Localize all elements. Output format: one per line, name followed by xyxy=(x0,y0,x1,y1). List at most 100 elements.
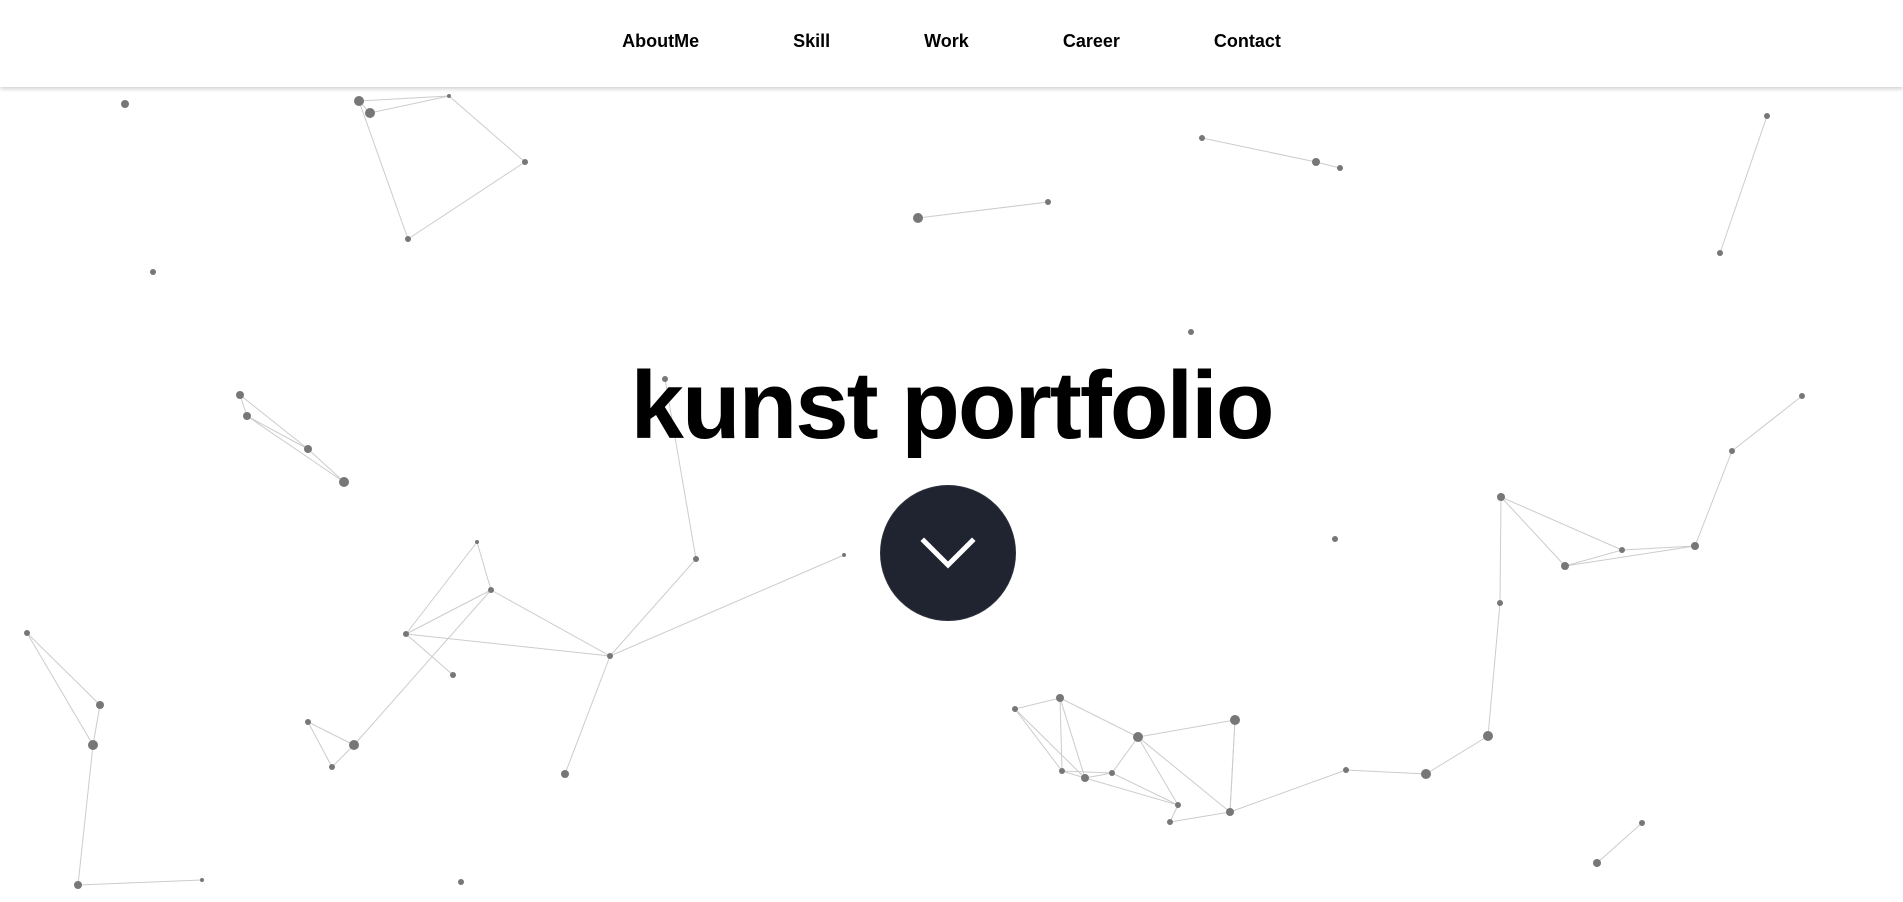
particle-dot xyxy=(405,236,411,242)
particle-dot xyxy=(1167,819,1173,825)
particle-link xyxy=(1499,496,1502,604)
particle-dot xyxy=(607,653,613,659)
particle-dot xyxy=(458,879,464,885)
particle-dot xyxy=(305,719,311,725)
particle-dot xyxy=(96,701,104,709)
top-navigation-bar: AboutMe Skill Work Career Contact xyxy=(0,0,1903,87)
particle-dot xyxy=(1343,767,1349,773)
particle-link xyxy=(77,879,203,886)
particle-link xyxy=(1500,496,1623,551)
particle-link xyxy=(448,95,526,163)
particle-dot xyxy=(1619,547,1625,553)
particle-dot xyxy=(1045,199,1051,205)
particle-dot xyxy=(488,587,494,593)
particle-link xyxy=(1111,736,1139,774)
particle-dot xyxy=(200,878,204,882)
particle-dot xyxy=(522,159,528,165)
particle-dot xyxy=(1483,731,1493,741)
particle-dot xyxy=(1497,600,1503,606)
particle-link xyxy=(1014,708,1063,772)
particle-dot xyxy=(913,213,923,223)
particle-dot xyxy=(354,96,364,106)
hero-title: kunst portfolio xyxy=(630,352,1275,459)
particle-dot xyxy=(1081,774,1089,782)
particle-dot xyxy=(1199,135,1205,141)
particle-dot xyxy=(1188,329,1194,335)
particle-dot xyxy=(1312,158,1320,166)
particle-dot xyxy=(1593,859,1601,867)
particle-link xyxy=(1564,545,1696,567)
particle-dot xyxy=(1332,536,1338,542)
particle-link xyxy=(405,541,478,635)
particle-dot xyxy=(88,740,98,750)
particle-dot xyxy=(1639,820,1645,826)
particle-dot xyxy=(365,108,375,118)
nav-item-contact[interactable]: Contact xyxy=(1167,31,1328,52)
particle-link xyxy=(917,201,1049,219)
particle-link xyxy=(307,721,333,768)
particle-link xyxy=(1487,602,1501,737)
particle-link xyxy=(490,589,611,657)
particle-dot xyxy=(403,631,409,637)
particle-link xyxy=(405,633,611,657)
particle-link xyxy=(1425,735,1489,775)
particle-link xyxy=(1169,811,1231,823)
particle-dot xyxy=(349,740,359,750)
particle-dot xyxy=(1012,706,1018,712)
particle-link xyxy=(407,161,526,240)
particle-link xyxy=(1500,496,1566,567)
particle-link xyxy=(77,744,94,886)
particle-dot xyxy=(329,764,335,770)
main-nav: AboutMe Skill Work Career Contact xyxy=(0,0,1903,83)
nav-item-work[interactable]: Work xyxy=(877,31,1016,52)
particle-dot xyxy=(450,672,456,678)
particle-dot xyxy=(1109,770,1115,776)
particle-link xyxy=(1345,769,1427,775)
particle-dot xyxy=(1056,694,1064,702)
nav-item-career[interactable]: Career xyxy=(1016,31,1167,52)
scroll-down-button[interactable] xyxy=(880,485,1016,621)
particle-dot xyxy=(1561,562,1569,570)
particle-link xyxy=(1201,137,1317,163)
particle-dot xyxy=(1497,493,1505,501)
nav-item-skill[interactable]: Skill xyxy=(746,31,877,52)
particle-dot xyxy=(339,477,349,487)
particle-link xyxy=(609,558,697,657)
particle-link xyxy=(609,554,845,657)
particle-dot xyxy=(1175,802,1181,808)
nav-item-aboutme[interactable]: AboutMe xyxy=(575,31,746,52)
particle-dot xyxy=(1764,113,1770,119)
particle-link xyxy=(358,100,409,240)
particle-dot xyxy=(1421,769,1431,779)
particle-dot xyxy=(447,94,451,98)
particle-dot xyxy=(121,100,129,108)
particle-link xyxy=(405,633,454,676)
particle-link xyxy=(1137,736,1231,813)
particle-dot xyxy=(561,770,569,778)
particle-link xyxy=(405,589,492,635)
particle-link xyxy=(1137,719,1236,738)
particle-dot xyxy=(1717,250,1723,256)
particle-dot xyxy=(842,553,846,557)
page: AboutMe Skill Work Career Contact kunst … xyxy=(0,0,1903,902)
particle-dot xyxy=(1691,542,1699,550)
particle-dot xyxy=(1230,715,1240,725)
particle-dot xyxy=(693,556,699,562)
particle-link xyxy=(564,655,611,775)
particle-link xyxy=(1059,697,1063,772)
particle-link xyxy=(1059,697,1139,738)
particle-dot xyxy=(74,881,82,889)
chevron-down-icon xyxy=(920,537,976,569)
particle-link xyxy=(1014,697,1061,710)
particle-dot xyxy=(1059,768,1065,774)
particle-dot xyxy=(150,269,156,275)
particle-link xyxy=(1229,719,1236,813)
particle-link xyxy=(1596,822,1643,864)
particle-link xyxy=(476,541,492,591)
particle-dot xyxy=(24,630,30,636)
particle-link xyxy=(1719,115,1768,254)
particle-dot xyxy=(475,540,479,544)
particle-dot xyxy=(1133,732,1143,742)
particle-link xyxy=(307,721,355,746)
particle-link xyxy=(1229,769,1347,813)
